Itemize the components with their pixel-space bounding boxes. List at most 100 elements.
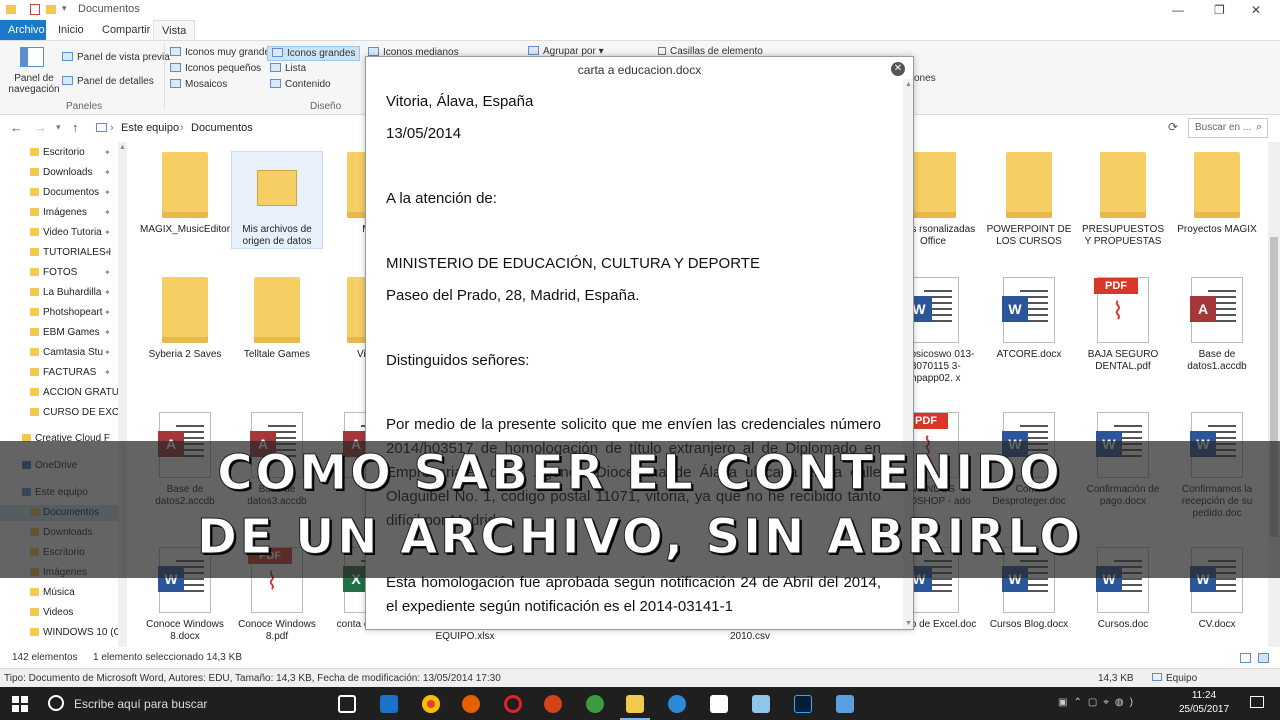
pin-icon[interactable]: ✦ [104,288,111,297]
forward-arrow-icon[interactable]: → [34,120,47,135]
globe-icon[interactable] [586,695,604,713]
notifications-icon[interactable] [1250,696,1264,708]
firefox-dev-icon[interactable] [544,695,562,713]
file-item[interactable]: PDF ⌇ BAJA SEGURO DENTAL.pdf [1078,277,1168,373]
file-item[interactable]: MAGIX_MusicEditor [140,152,230,236]
access-badge-icon: A [1190,296,1216,322]
nav-pane-icon[interactable] [20,47,44,67]
file-item[interactable]: Mis archivos de origen de datos [231,151,323,249]
layout-content[interactable]: Contenido [270,79,331,90]
folder-icon [30,348,39,356]
refresh-icon[interactable]: ⟳ [1168,120,1178,134]
file-item[interactable]: W ATCORE.docx [984,277,1074,361]
properties-icon[interactable] [30,4,40,15]
breadcrumb-separator: › [180,122,184,134]
file-name: CV.docx [1198,619,1236,630]
large-icons-view-icon[interactable] [1258,653,1269,663]
scroll-up-icon[interactable]: ▲ [119,144,126,151]
back-arrow-icon[interactable]: ← [10,120,23,135]
options-button[interactable]: ones [914,73,936,84]
pin-icon[interactable]: ✦ [104,168,111,177]
layout-extra-large[interactable]: Iconos muy grandes [170,47,275,58]
window-title: Documentos [78,3,140,15]
file-size: 14,3 KB [1098,673,1134,684]
file-item[interactable]: POWERPOINT DE LOS CURSOS [984,152,1074,248]
store-icon[interactable] [710,695,728,713]
file-item[interactable]: Syberia 2 Saves [140,277,230,361]
file-item[interactable]: A Base de datos1.accdb [1172,277,1262,373]
tiles-icon [170,79,181,88]
taskbar-search-input[interactable]: Escribe aquí para buscar [74,697,207,711]
tab-inicio[interactable]: Inicio [50,20,92,40]
preview-pane-button[interactable]: Panel de vista previa [62,52,170,63]
selection-info: 1 elemento seleccionado 14,3 KB [93,652,242,663]
sidebar-item[interactable]: Música [30,587,118,598]
pin-icon[interactable]: ✦ [104,348,111,357]
quick-access-chevron-icon[interactable]: ▾ [62,3,67,14]
sidebar-item[interactable]: WINDOWS 10 (C [30,627,118,638]
pin-icon[interactable]: ✦ [104,228,111,237]
file-explorer-icon[interactable] [626,695,644,713]
up-arrow-icon[interactable]: ↑ [72,120,79,135]
sidebar-item-label: Imágenes [43,207,87,218]
pin-icon[interactable]: ✦ [104,328,111,337]
pen-app-icon[interactable] [836,695,854,713]
tray-icons[interactable]: ▣⌃▢⌖◍) [1058,697,1158,709]
sidebar-item[interactable]: CURSO DE EXCE [30,407,118,418]
preview-close-icon[interactable]: ✕ [891,62,905,76]
tab-vista[interactable]: Vista [153,20,196,40]
opera-icon[interactable] [504,695,522,713]
breadcrumb-documentos[interactable]: Documentos [191,122,253,134]
sidebar-item-label: WINDOWS 10 (C [43,627,118,638]
pin-icon[interactable]: ✦ [104,188,111,197]
firefox-icon[interactable] [462,695,480,713]
cortana-icon[interactable] [48,695,64,711]
sidebar-item[interactable]: ACCION GRATUI [30,387,118,398]
pin-icon[interactable]: ✦ [104,208,111,217]
details-view-icon[interactable] [1240,653,1251,663]
tab-archivo[interactable]: Archivo [0,20,46,40]
clock-date[interactable]: 25/05/2017 [1176,704,1232,715]
pin-icon[interactable]: ✦ [104,268,111,277]
file-item[interactable]: Proyectos MAGIX [1172,152,1262,236]
access-file-icon: A [1190,277,1243,343]
medium-icons-icon [368,47,379,56]
letter-address: Paseo del Prado, 28, Madrid, España. [386,287,640,304]
folder-icon [6,5,16,14]
file-item[interactable]: PRESUPUESTOS Y PROPUESTAS [1078,152,1168,248]
close-button[interactable]: ✕ [1251,3,1261,17]
new-folder-icon[interactable] [46,5,56,14]
pin-icon[interactable]: ✦ [104,248,111,257]
breadcrumb-this-pc[interactable]: Este equipo [121,122,179,134]
scroll-down-icon[interactable]: ▼ [905,620,912,627]
preview-pane-icon [62,52,73,61]
photoshop-icon[interactable] [794,695,812,713]
details-pane-button[interactable]: Panel de detalles [62,76,154,87]
file-name: Cursos Blog.docx [989,619,1069,630]
pin-icon[interactable]: ✦ [104,308,111,317]
chrome-icon[interactable] [422,695,440,713]
maximize-button[interactable]: ❐ [1214,3,1225,17]
pin-icon[interactable]: ✦ [104,368,111,377]
status-bar: 142 elementos 1 elemento seleccionado 14… [0,648,1280,668]
folder-icon [30,208,39,216]
task-view-icon[interactable] [338,695,356,713]
checkbox-icon [658,47,666,55]
file-item[interactable]: Telltale Games [232,277,322,361]
layout-small[interactable]: Iconos pequeños [170,63,261,74]
edge-icon[interactable] [380,695,398,713]
nav-pane-button[interactable]: Panel de navegación [6,73,62,95]
layout-list[interactable]: Lista [270,63,306,74]
notes-icon[interactable] [752,695,770,713]
scroll-up-icon[interactable]: ▲ [905,81,912,88]
recent-chevron-icon[interactable]: ▾ [56,122,61,133]
pin-icon[interactable]: ✦ [104,148,111,157]
minimize-button[interactable]: — [1172,3,1184,17]
camera-icon[interactable] [668,695,686,713]
clock-time[interactable]: 11:24 [1180,690,1228,701]
layout-large[interactable]: Iconos grandes [267,46,361,61]
windows-start-icon[interactable] [12,696,28,712]
sidebar-item[interactable]: Videos [30,607,118,618]
tab-compartir[interactable]: Compartir [94,20,158,40]
layout-tiles[interactable]: Mosaicos [170,79,227,90]
